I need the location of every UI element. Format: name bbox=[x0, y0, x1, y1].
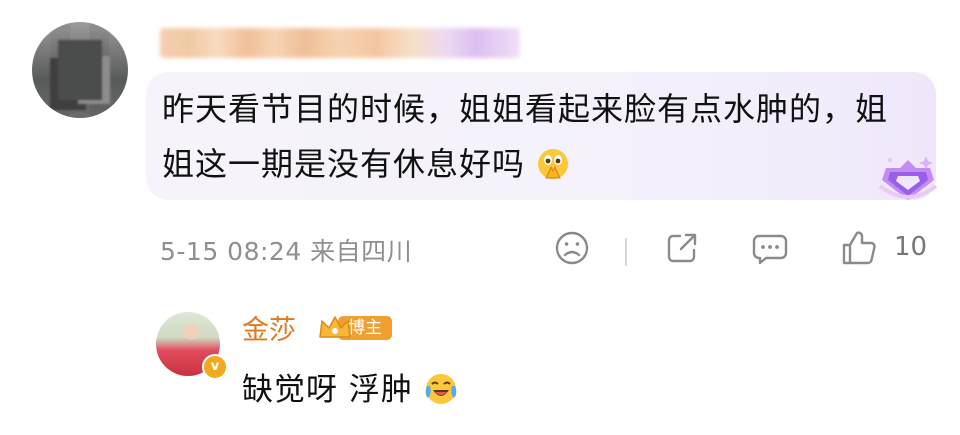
host-badge-label: 博主 bbox=[348, 318, 382, 338]
verified-icon: v bbox=[202, 354, 228, 380]
commenter-username-blurred[interactable] bbox=[160, 28, 520, 58]
comment-icon[interactable] bbox=[751, 230, 789, 266]
sad-face-icon[interactable] bbox=[554, 230, 590, 266]
comment-text: 昨天看节目的时候，姐姐看起来脸有点水肿的，姐姐这一期是没有休息好吗 bbox=[162, 82, 902, 192]
share-icon[interactable] bbox=[664, 230, 700, 266]
thumbs-up-icon[interactable] bbox=[840, 230, 878, 266]
like-count: 10 bbox=[894, 232, 928, 262]
comment-body: 昨天看节目的时候，姐姐看起来脸有点水肿的，姐姐这一期是没有休息好吗 bbox=[162, 90, 889, 183]
pray-emoji-icon bbox=[538, 149, 569, 179]
reply-body: 缺觉呀 浮肿 bbox=[242, 372, 413, 408]
reply-author-name[interactable]: 金莎 bbox=[242, 308, 296, 347]
laugh-cry-emoji-icon bbox=[425, 374, 457, 404]
commenter-avatar[interactable] bbox=[32, 22, 128, 118]
comment-timestamp: 5-15 08:24 来自四川 bbox=[160, 237, 413, 266]
gem-badge-icon bbox=[878, 156, 938, 200]
reply-text: 缺觉呀 浮肿 bbox=[242, 364, 458, 409]
action-divider bbox=[625, 238, 627, 266]
